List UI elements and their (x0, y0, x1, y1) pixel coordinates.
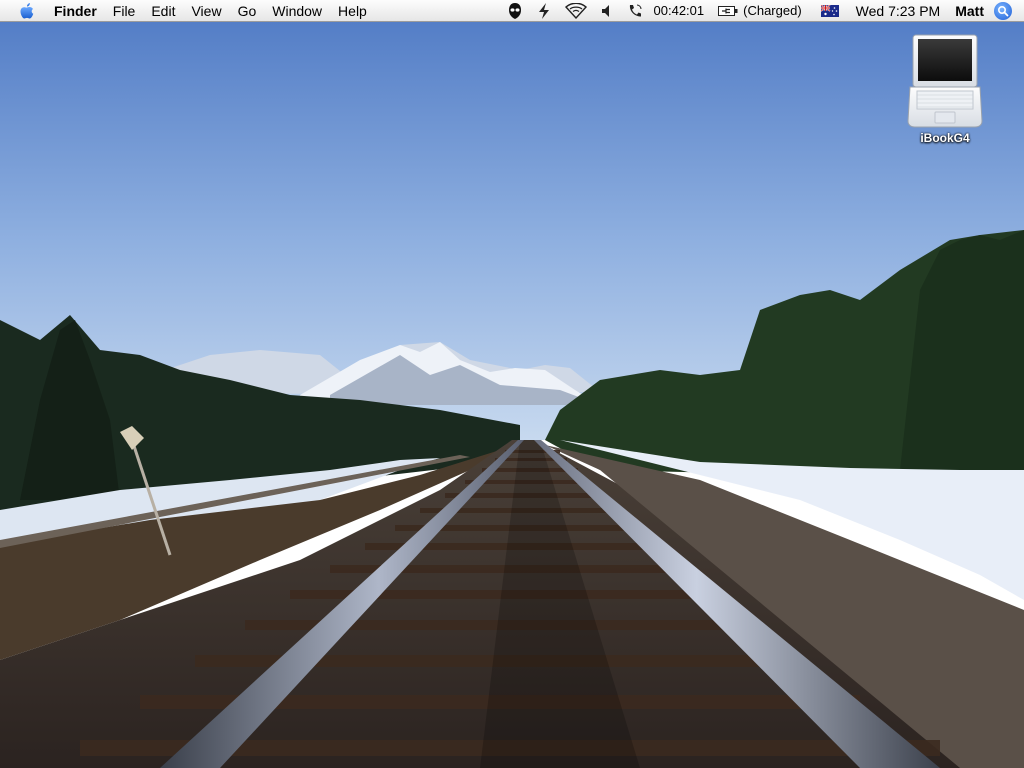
user-name[interactable]: Matt (947, 0, 992, 22)
battery-status[interactable]: (Charged) (711, 0, 809, 22)
battery-plug-icon (718, 5, 738, 16)
menu-file[interactable]: File (105, 0, 144, 22)
desktop-icon-label: iBookG4 (920, 131, 970, 145)
menu-edit[interactable]: Edit (143, 0, 183, 22)
clock[interactable]: Wed 7:23 PM (849, 0, 948, 22)
menu-extras: 00:42:01 (Charged) Wed 7:23 PM Matt (500, 0, 1024, 22)
phone-icon[interactable] (620, 0, 647, 22)
script-menu-icon[interactable] (530, 0, 558, 22)
apple-logo-icon[interactable] (19, 2, 35, 20)
volume-icon[interactable] (594, 0, 620, 22)
australia-flag-icon[interactable] (809, 0, 849, 22)
timer-readout[interactable]: 00:42:01 (647, 0, 712, 22)
menu-window[interactable]: Window (264, 0, 330, 22)
menu-bar: Finder File Edit View Go Window Help 00:… (0, 0, 1024, 22)
battery-label: (Charged) (743, 3, 802, 18)
menu-finder[interactable]: Finder (54, 0, 105, 22)
alien-menu-icon[interactable] (500, 0, 530, 22)
menu-go[interactable]: Go (230, 0, 265, 22)
spotlight-icon[interactable] (994, 1, 1012, 20)
desktop-icon-ibook[interactable]: iBookG4 (900, 33, 990, 145)
laptop-icon (907, 34, 983, 128)
airport-icon[interactable] (558, 0, 594, 22)
menu-view[interactable]: View (183, 0, 229, 22)
desktop-wallpaper (0, 0, 1024, 768)
menu-help[interactable]: Help (330, 0, 375, 22)
